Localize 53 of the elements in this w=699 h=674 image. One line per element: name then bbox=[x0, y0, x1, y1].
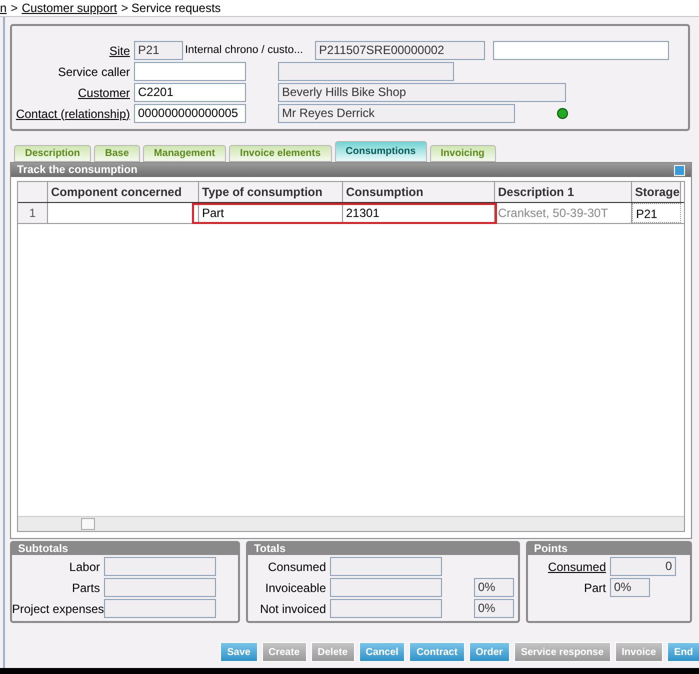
expand-icon[interactable] bbox=[674, 164, 685, 176]
breadcrumb-link[interactable]: n bbox=[0, 0, 7, 17]
breadcrumb-text: > Service requests bbox=[121, 0, 221, 17]
field-label: Parts bbox=[70, 580, 101, 596]
tab[interactable]: Consumptions bbox=[334, 141, 427, 162]
points-field[interactable]: 0 bbox=[610, 557, 676, 576]
contact-field[interactable]: 000000000000005 bbox=[134, 104, 246, 123]
chrono-field[interactable]: P211507SRE00000002 bbox=[315, 41, 485, 60]
field-label: Consumed bbox=[266, 558, 327, 576]
contact-name-field[interactable]: Mr Reyes Derrick bbox=[278, 104, 515, 123]
chrono-label: Internal chrono / custo... bbox=[184, 43, 304, 58]
table-cell: Part bbox=[199, 203, 343, 223]
panel-title: Subtotals bbox=[12, 543, 238, 555]
amount-field[interactable] bbox=[104, 578, 216, 597]
breadcrumb-text: > bbox=[10, 0, 18, 17]
site-link[interactable]: Site bbox=[12, 42, 134, 60]
percent-field[interactable]: 0% bbox=[474, 578, 514, 597]
breadcrumb-link[interactable]: Customer support bbox=[22, 0, 118, 17]
table-cell: Crankset, 50-39-30T bbox=[495, 203, 632, 223]
row-number: 1 bbox=[18, 203, 48, 223]
customer-link[interactable]: Customer bbox=[12, 84, 134, 102]
site-field[interactable]: P21 bbox=[134, 41, 183, 60]
field-label: Project expenses bbox=[12, 600, 104, 618]
column-header[interactable]: Storage bbox=[632, 182, 681, 202]
table-cell: P21 bbox=[632, 203, 681, 223]
customer-field[interactable]: C2201 bbox=[134, 83, 246, 102]
field-label: Labor bbox=[68, 558, 101, 576]
column-header[interactable]: Consumption bbox=[343, 182, 495, 202]
amount-field[interactable] bbox=[330, 578, 442, 597]
column-header[interactable]: Description 1 bbox=[495, 182, 632, 202]
service-caller-label: Service caller bbox=[56, 64, 131, 80]
percent-field[interactable]: 0% bbox=[610, 578, 650, 597]
table-cell: 21301 bbox=[343, 203, 495, 223]
field-label: Not invoiced bbox=[258, 600, 327, 618]
service-caller-field[interactable] bbox=[134, 62, 246, 81]
field-label: Part bbox=[582, 580, 607, 596]
column-header[interactable]: Component concerned bbox=[48, 182, 199, 202]
horizontal-scrollbar[interactable] bbox=[18, 516, 684, 531]
consumed-link[interactable]: Consumed bbox=[528, 558, 610, 576]
panel-title: Track the consumption bbox=[17, 162, 138, 178]
panel-title: Totals bbox=[248, 543, 518, 555]
percent-field[interactable]: 0% bbox=[474, 599, 514, 618]
customer-name-field[interactable]: Beverly Hills Bike Shop bbox=[278, 83, 566, 102]
column-header[interactable]: Type of consumption bbox=[199, 182, 343, 202]
panel-title: Points bbox=[528, 543, 690, 555]
amount-field[interactable] bbox=[330, 599, 442, 618]
reference-field[interactable] bbox=[493, 41, 669, 60]
contact-link[interactable]: Contact (relationship) bbox=[12, 104, 134, 122]
amount-field[interactable] bbox=[330, 557, 442, 576]
service-caller-name-field[interactable] bbox=[278, 62, 454, 81]
amount-field[interactable] bbox=[104, 599, 216, 618]
field-label: Invoiceable bbox=[264, 580, 327, 596]
amount-field[interactable] bbox=[104, 557, 216, 576]
